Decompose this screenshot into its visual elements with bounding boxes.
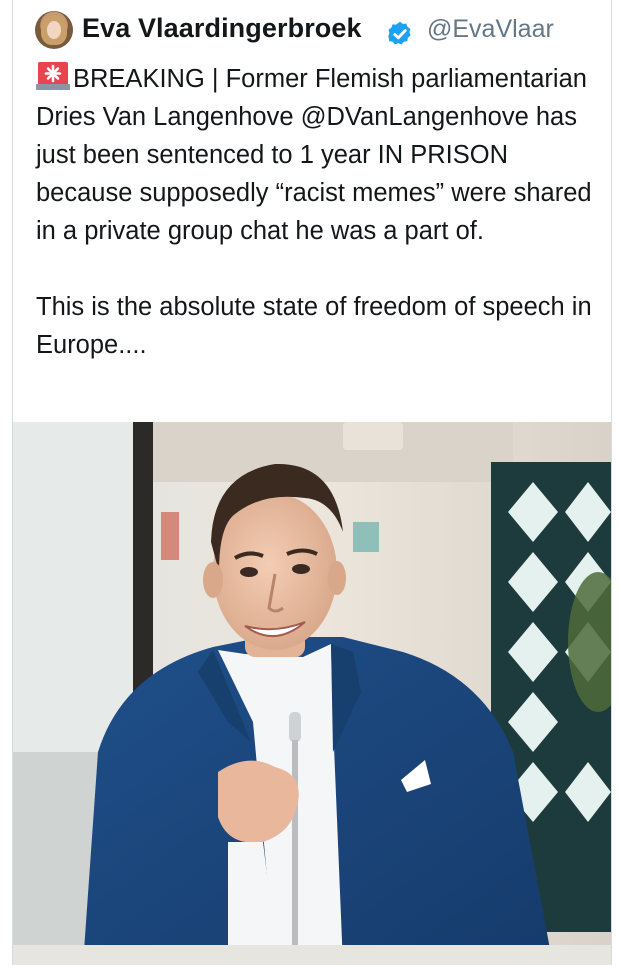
tweet-body: BREAKING | Former Flemish parliamentaria… [36, 60, 606, 364]
author-handle[interactable]: @EvaVlaar [427, 15, 554, 44]
author-avatar[interactable] [35, 11, 73, 49]
tweet-media-photo[interactable] [13, 422, 611, 965]
tweet-text-paragraph-1: BREAKING | Former Flemish parliamentaria… [36, 65, 592, 245]
tweet-card: Eva Vlaardingerbroek @EvaVlaar BREAKING … [12, 0, 612, 965]
tweet-header: Eva Vlaardingerbroek @EvaVlaar [13, 10, 613, 52]
author-display-name[interactable]: Eva Vlaardingerbroek [82, 13, 362, 44]
siren-icon [36, 61, 70, 91]
tweet-text-paragraph-2: This is the absolute state of freedom of… [36, 293, 592, 359]
avatar-face [47, 21, 61, 39]
tweet-paragraph-1: BREAKING | Former Flemish parliamentaria… [36, 60, 606, 250]
photo-scene [13, 422, 611, 965]
verified-badge-icon [388, 21, 411, 45]
